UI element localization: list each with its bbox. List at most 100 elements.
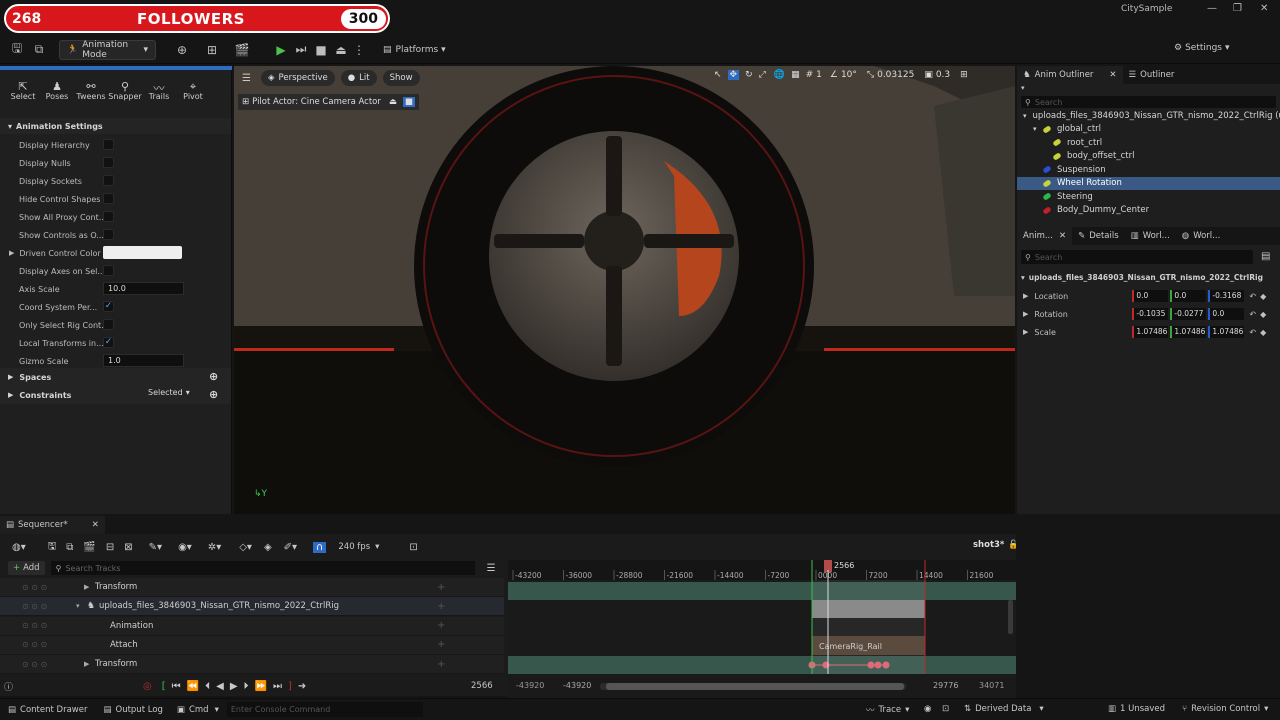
- camera-cut-icon[interactable]: ⊟: [106, 542, 114, 553]
- track-visibility-icon[interactable]: ⊙ ⊙ ⊙: [22, 640, 47, 649]
- current-frame-field[interactable]: 2566: [471, 681, 493, 691]
- reset-icon[interactable]: ↶: [1249, 292, 1256, 301]
- checkbox[interactable]: [103, 175, 114, 186]
- scale-icon[interactable]: ⤢: [759, 70, 766, 80]
- track-row[interactable]: ⊙ ⊙ ⊙ Attach +: [0, 635, 504, 655]
- rotation-z-input[interactable]: 0.0: [1208, 308, 1245, 320]
- checkbox[interactable]: ✓: [103, 337, 114, 348]
- settings-dropdown[interactable]: ⚙ Settings ▾: [1174, 43, 1230, 53]
- scale-snap-icon[interactable]: ⤡: [867, 70, 874, 80]
- playback-options-icon[interactable]: ✲▾: [208, 542, 221, 553]
- filter-icon[interactable]: ☰: [487, 563, 496, 574]
- output-log-button[interactable]: ▤ Output Log: [103, 705, 162, 715]
- edit-mode-icon[interactable]: ✐▾: [284, 542, 297, 553]
- close-icon[interactable]: ✕: [92, 520, 99, 530]
- derived-data-dropdown[interactable]: ⇅ Derived Data ▾: [964, 704, 1044, 714]
- tool-snapper[interactable]: ⚲ Snapper: [108, 80, 142, 112]
- render-movie-icon[interactable]: 🎬: [83, 542, 95, 553]
- key-interp-icon[interactable]: ◇▾: [239, 542, 252, 553]
- tool-trails[interactable]: 〰 Trails: [142, 80, 176, 112]
- layout-icon[interactable]: ⊞: [960, 70, 968, 80]
- outliner-item[interactable]: Suspension: [1017, 163, 1280, 177]
- location-y-input[interactable]: 0.0: [1170, 290, 1207, 302]
- play-reverse-icon[interactable]: ◀: [216, 681, 224, 692]
- maximize-icon[interactable]: ❐: [1233, 3, 1242, 14]
- outliner-item[interactable]: Body_Dummy_Center: [1017, 204, 1280, 218]
- add-actor-icon[interactable]: ⊕: [174, 42, 190, 58]
- track-search[interactable]: ⚲ Search Tracks: [50, 561, 475, 575]
- tab-world-settings[interactable]: ▥ Worl...: [1125, 227, 1176, 245]
- expand-arrow-icon[interactable]: ▾: [1023, 112, 1033, 120]
- stop-icon[interactable]: ■: [313, 42, 329, 58]
- keyframe-icon[interactable]: ◆: [1260, 328, 1266, 337]
- view-icon[interactable]: ◉▾: [178, 542, 192, 553]
- minimize-icon[interactable]: —: [1207, 3, 1217, 14]
- curves-icon[interactable]: ⊡: [409, 542, 417, 553]
- close-icon[interactable]: ✕: [1109, 70, 1116, 80]
- add-key-icon[interactable]: +: [437, 582, 445, 593]
- view-options-icon[interactable]: ▤: [1261, 251, 1270, 262]
- tab-anim-outliner[interactable]: ♞ Anim Outliner ✕: [1017, 66, 1123, 84]
- camera-icon[interactable]: ■: [402, 97, 415, 107]
- checkbox[interactable]: [103, 265, 114, 276]
- checkbox[interactable]: [103, 319, 114, 330]
- record-trace-icon[interactable]: ◉: [924, 704, 931, 714]
- add-key-icon[interactable]: +: [437, 639, 445, 650]
- scale-y-input[interactable]: 1.07486: [1170, 326, 1207, 338]
- auto-key-icon[interactable]: ◈: [264, 542, 272, 553]
- filter-icon[interactable]: ▾: [1017, 84, 1280, 96]
- add-constraint-icon[interactable]: ⊕: [209, 388, 218, 401]
- location-x-input[interactable]: 0.0: [1132, 290, 1169, 302]
- rotate-icon[interactable]: ↻: [745, 70, 753, 80]
- shot-breadcrumb[interactable]: shot3* 🔓: [973, 540, 1019, 550]
- timeline-scrollbar[interactable]: [600, 683, 906, 690]
- revision-control-dropdown[interactable]: ⑂ Revision Control ▾: [1182, 704, 1268, 714]
- constraints-section[interactable]: ▶ Constraints Selected ▾ ⊕: [0, 386, 231, 404]
- checkbox[interactable]: [103, 193, 114, 204]
- expand-arrow-icon[interactable]: ▶: [84, 583, 89, 591]
- scale-snap[interactable]: 0.03125: [877, 70, 914, 80]
- save-icon[interactable]: 🖫: [9, 41, 25, 58]
- curve-editor-icon[interactable]: ⊠: [124, 542, 132, 553]
- color-swatch[interactable]: [103, 246, 182, 259]
- find-asset-icon[interactable]: ⧉: [66, 542, 73, 553]
- axis-scale-input[interactable]: 10.0: [103, 282, 184, 295]
- save-icon[interactable]: 🖫: [48, 539, 57, 556]
- tool-pivot[interactable]: ⌖ Pivot: [176, 80, 210, 112]
- snapshot-icon[interactable]: ⊡: [942, 704, 949, 714]
- tool-tweens[interactable]: ⚯ Tweens: [74, 80, 108, 112]
- tab-anim-details[interactable]: Anim... ✕: [1017, 227, 1073, 245]
- jump-start-icon[interactable]: ⏮: [172, 681, 181, 692]
- loop-icon[interactable]: ➜: [298, 681, 306, 692]
- play-icon[interactable]: ▶: [230, 681, 238, 692]
- add-space-icon[interactable]: ⊕: [209, 370, 218, 383]
- scrollbar-thumb[interactable]: [606, 683, 904, 690]
- view-end-field[interactable]: 29776: [933, 681, 958, 690]
- next-key-icon[interactable]: ⏩: [255, 681, 267, 692]
- outliner-search[interactable]: ⚲ Search: [1021, 96, 1276, 108]
- step-icon[interactable]: ⏭: [293, 42, 309, 58]
- prev-frame-icon[interactable]: ⏴: [205, 681, 210, 692]
- mode-dropdown[interactable]: 🏃 Animation Mode ▾: [59, 39, 156, 60]
- angle-icon[interactable]: ∠: [830, 70, 838, 80]
- tool-poses[interactable]: ♟ Poses: [40, 80, 74, 112]
- track-row[interactable]: ⊙ ⊙ ⊙ ▶ Transform +: [0, 578, 504, 597]
- grid-size[interactable]: 1: [816, 70, 822, 80]
- lit-button[interactable]: ● Lit: [340, 70, 377, 86]
- record-icon[interactable]: ◎: [143, 681, 152, 692]
- checkbox[interactable]: ✓: [103, 301, 114, 312]
- blueprint-icon[interactable]: ⊞: [204, 42, 220, 58]
- select-icon[interactable]: ↖: [714, 70, 722, 80]
- tab-outliner[interactable]: ☰ Outliner: [1123, 66, 1181, 84]
- add-track-button[interactable]: + Add: [8, 561, 45, 575]
- surface-snap-icon[interactable]: ▦: [791, 70, 800, 80]
- gizmo-scale-input[interactable]: 1.0: [103, 354, 184, 367]
- outliner-item[interactable]: ▾ uploads_files_3846903_Nissan_GTR_nismo_…: [1017, 109, 1280, 123]
- track-visibility-icon[interactable]: ⊙ ⊙ ⊙: [22, 621, 47, 630]
- scale-z-input[interactable]: 1.07486: [1208, 326, 1245, 338]
- details-search[interactable]: ⚲ Search: [1021, 250, 1253, 264]
- track-row[interactable]: ⊙ ⊙ ⊙ ▾ ♞ uploads_files_3846903_Nissan_GTR_…: [0, 597, 504, 617]
- eject-pilot-icon[interactable]: ⏏: [389, 97, 397, 107]
- tool-select[interactable]: ⇱ Select: [6, 80, 40, 112]
- info-icon[interactable]: ⓘ: [4, 680, 13, 693]
